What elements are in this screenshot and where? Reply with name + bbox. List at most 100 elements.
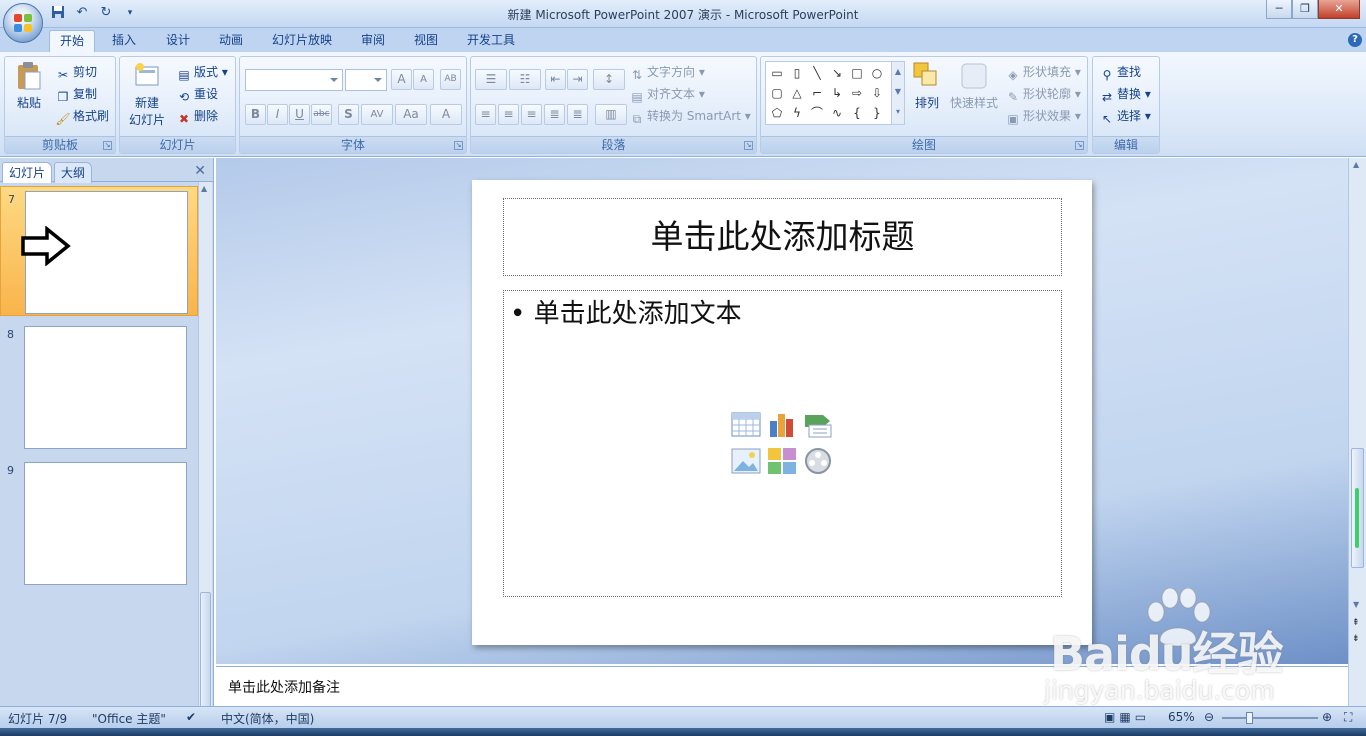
oval-shape-icon[interactable]: ○ bbox=[868, 64, 886, 82]
line-spacing-button[interactable]: ↕ bbox=[593, 69, 625, 90]
insert-picture-icon[interactable] bbox=[731, 447, 761, 475]
curve-shape-icon[interactable]: ∿ bbox=[828, 104, 846, 122]
select-button[interactable]: ↖ 选择 ▾ bbox=[1099, 107, 1151, 127]
replace-button[interactable]: ⇄ 替换 ▾ bbox=[1099, 85, 1151, 105]
slideshow-view-icon[interactable]: ▭ bbox=[1135, 710, 1146, 724]
scroll-up-icon[interactable]: ▲ bbox=[1353, 160, 1359, 169]
line-shape-icon[interactable]: ╲ bbox=[808, 64, 826, 82]
bold-button[interactable]: B bbox=[245, 104, 266, 125]
language[interactable]: 中文(简体，中国) bbox=[221, 710, 314, 727]
clipboard-launcher-icon[interactable]: ↘ bbox=[103, 141, 112, 150]
tab-insert[interactable]: 插入 bbox=[102, 30, 146, 52]
close-icon[interactable]: ✕ bbox=[194, 163, 206, 179]
office-button[interactable] bbox=[3, 3, 43, 43]
insert-smartart-icon[interactable] bbox=[803, 411, 833, 439]
align-left-button[interactable]: ≡ bbox=[475, 104, 496, 125]
shapes-gallery-scroll[interactable]: ▲ ▼ ▾ bbox=[891, 62, 904, 124]
right-arrow-shape-icon[interactable]: ⇨ bbox=[848, 84, 866, 102]
align-text-button[interactable]: ▤ 对齐文本 ▾ bbox=[629, 85, 705, 105]
reset-button[interactable]: ⟲ 重设 bbox=[176, 85, 218, 105]
distributed-button[interactable]: ≣ bbox=[567, 104, 588, 125]
font-size-combo[interactable] bbox=[345, 69, 387, 91]
arrow-line-shape-icon[interactable]: ↘ bbox=[828, 64, 846, 82]
zoom-slider[interactable] bbox=[1222, 712, 1318, 724]
tab-slideshow[interactable]: 幻灯片放映 bbox=[262, 30, 342, 52]
editor-scrollbar[interactable]: ▲ ▼ ⇞ ⇟ bbox=[1348, 158, 1366, 706]
copy-button[interactable]: ❐ 复制 bbox=[55, 85, 97, 105]
arc-shape-icon[interactable]: ⌒ bbox=[808, 104, 826, 122]
tab-developer[interactable]: 开发工具 bbox=[457, 30, 525, 52]
delete-slide-button[interactable]: ✖ 删除 bbox=[176, 107, 218, 127]
tab-outline-pane[interactable]: 大纲 bbox=[54, 162, 93, 183]
grow-font-button[interactable]: A bbox=[391, 69, 412, 90]
tab-design[interactable]: 设计 bbox=[156, 30, 200, 52]
align-right-button[interactable]: ≡ bbox=[521, 104, 542, 125]
sorter-view-icon[interactable]: ▦ bbox=[1119, 710, 1130, 724]
next-slide-icon[interactable]: ⇟ bbox=[1352, 634, 1360, 644]
pentagon-shape-icon[interactable]: ⬠ bbox=[768, 104, 786, 122]
tab-slides-pane[interactable]: 幻灯片 bbox=[2, 162, 53, 183]
change-case-button[interactable]: Aa bbox=[395, 104, 427, 125]
left-brace-shape-icon[interactable]: { bbox=[848, 104, 866, 122]
zoom-out-icon[interactable]: ⊖ bbox=[1204, 710, 1214, 724]
fit-to-window-icon[interactable]: ⛶ bbox=[1344, 710, 1352, 725]
insert-table-icon[interactable] bbox=[731, 411, 761, 439]
elbow-arrow-shape-icon[interactable]: ↳ bbox=[828, 84, 846, 102]
slide-thumbnail-9[interactable]: 9 bbox=[0, 458, 198, 588]
zoom-level[interactable]: 65% bbox=[1168, 710, 1195, 724]
insert-chart-icon[interactable] bbox=[767, 411, 797, 439]
shape-fill-button[interactable]: ◈ 形状填充 ▾ bbox=[1005, 63, 1080, 83]
font-launcher-icon[interactable]: ↘ bbox=[454, 141, 463, 150]
tab-review[interactable]: 审阅 bbox=[351, 30, 395, 52]
bullets-button[interactable]: ☰ bbox=[475, 69, 507, 90]
align-center-button[interactable]: ≡ bbox=[498, 104, 519, 125]
smartart-button[interactable]: ⧉ 转换为 SmartArt ▾ bbox=[629, 107, 751, 127]
close-button[interactable]: ✕ bbox=[1318, 0, 1360, 19]
underline-button[interactable]: U bbox=[289, 104, 310, 125]
triangle-shape-icon[interactable]: △ bbox=[788, 84, 806, 102]
paste-button[interactable]: 粘贴 bbox=[13, 61, 45, 121]
font-family-combo[interactable] bbox=[245, 69, 343, 91]
spellcheck-icon[interactable]: ✔ bbox=[186, 710, 196, 724]
content-placeholder[interactable]: • 单击此处添加文本 bbox=[503, 290, 1062, 597]
tab-animations[interactable]: 动画 bbox=[209, 30, 253, 52]
format-painter-button[interactable]: 🖌 格式刷 bbox=[55, 107, 109, 127]
shape-outline-button[interactable]: ✎ 形状轮廓 ▾ bbox=[1005, 85, 1081, 105]
elbow-connector-shape-icon[interactable]: ⌐ bbox=[808, 84, 826, 102]
justify-button[interactable]: ≣ bbox=[544, 104, 565, 125]
title-placeholder[interactable]: 单击此处添加标题 bbox=[503, 198, 1062, 276]
columns-button[interactable]: ▥ bbox=[595, 104, 627, 125]
decrease-indent-button[interactable]: ⇤ bbox=[545, 69, 566, 90]
minimize-button[interactable]: ─ bbox=[1266, 0, 1292, 19]
scroll-up-icon[interactable]: ▲ bbox=[201, 184, 207, 193]
normal-view-icon[interactable]: ▣ bbox=[1104, 710, 1115, 724]
previous-slide-icon[interactable]: ⇞ bbox=[1352, 618, 1360, 628]
shadow-button[interactable]: S bbox=[338, 104, 359, 125]
right-brace-shape-icon[interactable]: } bbox=[868, 104, 886, 122]
arrange-button[interactable]: 排列 bbox=[909, 61, 945, 131]
strikethrough-button[interactable]: abc bbox=[311, 104, 332, 125]
insert-clipart-icon[interactable] bbox=[767, 447, 797, 475]
rectangle-shape-icon[interactable]: □ bbox=[848, 64, 866, 82]
lightning-shape-icon[interactable]: ϟ bbox=[788, 104, 806, 122]
shapes-gallery[interactable]: ▭ ▯ ╲ ↘ □ ○ ▢ △ ⌐ ↳ ⇨ ⇩ ⬠ ϟ ⌒ ∿ { } ▲ ▼ ▾ bbox=[765, 61, 905, 125]
quick-styles-button[interactable]: 快速样式 bbox=[949, 61, 999, 131]
character-spacing-button[interactable]: AV bbox=[361, 104, 393, 125]
cut-button[interactable]: ✂ 剪切 bbox=[55, 63, 97, 83]
help-icon[interactable]: ? bbox=[1348, 33, 1362, 47]
vertical-textbox-shape-icon[interactable]: ▯ bbox=[788, 64, 806, 82]
new-slide-button[interactable]: 新建 幻灯片 bbox=[124, 61, 170, 131]
down-arrow-shape-icon[interactable]: ⇩ bbox=[868, 84, 886, 102]
italic-button[interactable]: I bbox=[267, 104, 288, 125]
numbering-button[interactable]: ☷ bbox=[509, 69, 541, 90]
increase-indent-button[interactable]: ⇥ bbox=[567, 69, 588, 90]
font-color-button[interactable]: A bbox=[430, 104, 462, 125]
clear-formatting-button[interactable]: AB bbox=[440, 69, 461, 90]
scroll-down-icon[interactable]: ▼ bbox=[1353, 600, 1359, 609]
insert-media-icon[interactable] bbox=[803, 447, 833, 475]
textbox-shape-icon[interactable]: ▭ bbox=[768, 64, 786, 82]
paragraph-launcher-icon[interactable]: ↘ bbox=[744, 141, 753, 150]
panel-scrollbar[interactable]: ▲ bbox=[198, 182, 212, 722]
zoom-in-icon[interactable]: ⊕ bbox=[1322, 710, 1332, 724]
find-button[interactable]: ⚲ 查找 bbox=[1099, 63, 1141, 83]
